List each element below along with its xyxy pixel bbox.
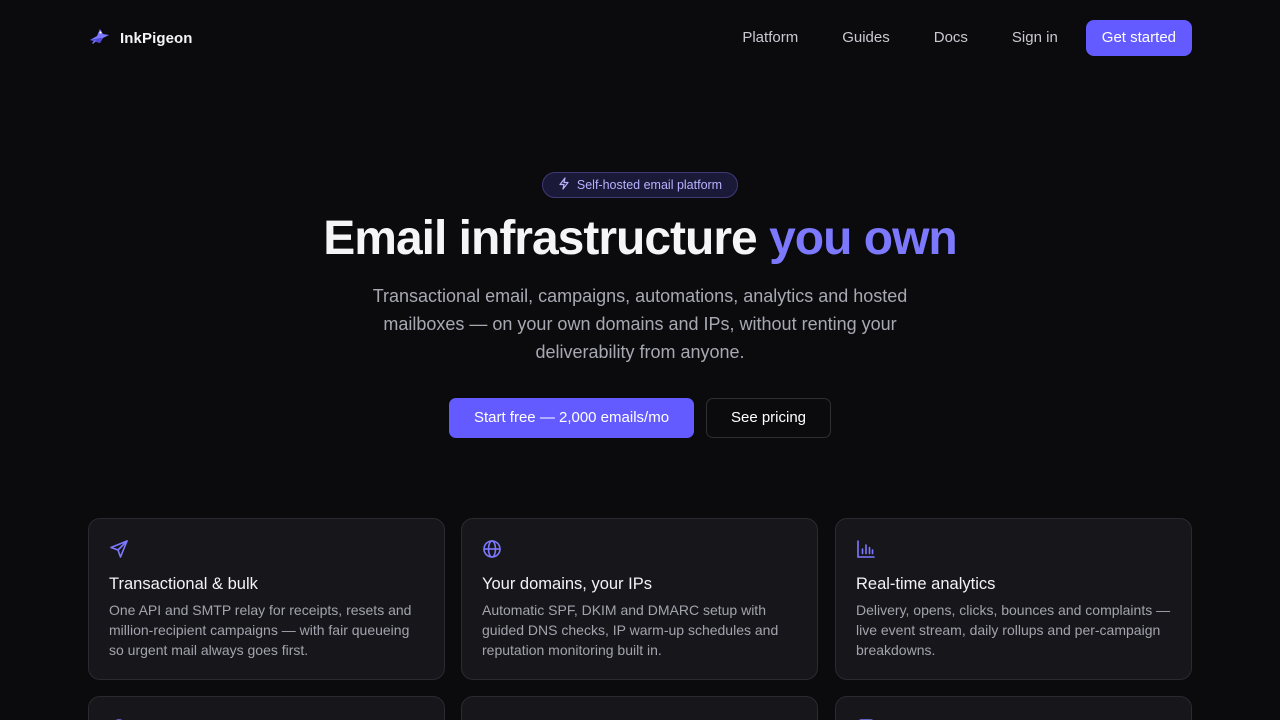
brand-name: InkPigeon <box>120 29 193 47</box>
feature-description: Automatic SPF, DKIM and DMARC setup with… <box>482 602 779 658</box>
nav-link-guides[interactable]: Guides <box>820 20 912 56</box>
feature-title: Transactional & bulk <box>109 575 258 593</box>
feature-card: Transactional & bulk One API and SMTP re… <box>88 518 445 680</box>
feature-description: Delivery, opens, clicks, bounces and com… <box>856 602 1171 658</box>
feature-title: Real-time analytics <box>856 575 996 593</box>
see-pricing-button[interactable]: See pricing <box>706 398 831 438</box>
main-nav: Platform Guides Docs Sign in Get started <box>720 20 1192 56</box>
brand[interactable]: InkPigeon <box>88 26 193 50</box>
feature-description: One API and SMTP relay for receipts, res… <box>109 602 412 658</box>
feature-card <box>835 696 1192 720</box>
feature-card: Real-time analytics Delivery, opens, cli… <box>835 518 1192 680</box>
globe-icon <box>482 539 502 559</box>
feature-title: Your domains, your IPs <box>482 575 652 593</box>
hero-cta-row: Start free — 2,000 emails/mo See pricing <box>449 398 831 438</box>
pigeon-logo-icon <box>88 26 110 51</box>
feature-card <box>461 696 818 720</box>
hero-subtitle: Transactional email, campaigns, automati… <box>372 286 908 362</box>
hero-title: Email infrastructure you own <box>0 208 1280 270</box>
hero-badge: Self-hosted email platform <box>542 172 738 198</box>
nav-link-sign-in[interactable]: Sign in <box>990 20 1086 56</box>
feature-card <box>88 696 445 720</box>
site-header: InkPigeon Platform Guides Docs Sign in G… <box>0 0 1280 76</box>
bar-chart-icon <box>856 539 876 559</box>
hero-title-main: Email infrastructure <box>323 212 770 265</box>
start-free-button[interactable]: Start free — 2,000 emails/mo <box>449 398 694 438</box>
lightning-icon <box>558 177 570 193</box>
feature-card: Your domains, your IPs Automatic SPF, DK… <box>461 518 818 680</box>
nav-link-platform[interactable]: Platform <box>720 20 820 56</box>
get-started-button[interactable]: Get started <box>1085 20 1192 56</box>
hero-title-accent: you own <box>769 212 958 265</box>
nav-link-docs[interactable]: Docs <box>912 20 990 56</box>
hero-badge-label: Self-hosted email platform <box>576 178 723 192</box>
send-icon <box>109 539 129 559</box>
